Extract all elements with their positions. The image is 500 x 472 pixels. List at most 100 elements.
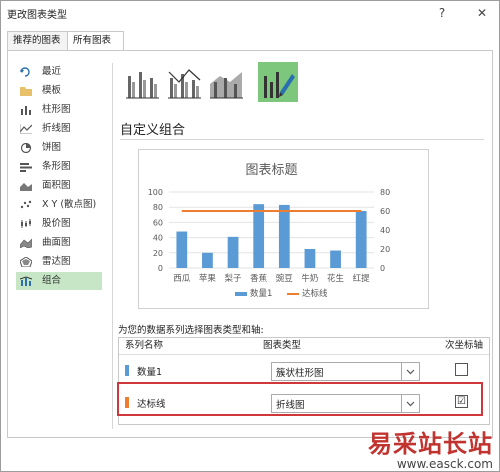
tab-recommended-charts[interactable]: 推荐的图表 (7, 31, 68, 51)
category-label: 苹果 (199, 273, 217, 284)
legend-label: 数量1 (250, 288, 272, 299)
bar (355, 211, 367, 268)
surface-chart-icon (20, 238, 32, 248)
bar (278, 204, 290, 268)
scatter-chart-icon (20, 200, 32, 209)
y-tick-label: 0 (158, 264, 163, 273)
sidebar-item-label: X Y (散点图) (42, 199, 97, 210)
chart-type-select[interactable]: 簇状柱形图 (271, 362, 420, 381)
sidebar-item-column[interactable]: 柱形图 (16, 101, 102, 119)
combo-custom-icon (264, 72, 295, 98)
y-tick-label: 80 (153, 203, 163, 212)
watermark: 易采站长站 www.easck.com (368, 424, 493, 471)
bar (176, 231, 188, 268)
sidebar-item-surface[interactable]: 曲面图 (16, 234, 102, 252)
close-button[interactable]: ✕ (473, 4, 491, 22)
dialog-title: 更改图表类型 (7, 10, 67, 21)
sidebar-item-label: 组合 (42, 275, 62, 286)
sidebar-item-radar[interactable]: 雷达图 (16, 253, 102, 271)
bar (304, 249, 316, 268)
sidebar-item-label: 柱形图 (42, 104, 71, 115)
watermark-text: 易采站长站 (368, 429, 493, 458)
help-button[interactable]: ? (433, 4, 451, 22)
bar (253, 204, 265, 268)
combo-custom-thumb[interactable] (258, 62, 298, 102)
combo-column-line-secondary-thumb[interactable] (164, 62, 204, 102)
chart-type-value: 簇状柱形图 (276, 368, 324, 379)
combo-clustered-column-line-thumb[interactable] (122, 62, 162, 102)
header-chart-type: 图表类型 (263, 340, 302, 351)
grid-header-divider (119, 354, 489, 355)
combo-chart-icon (20, 276, 32, 286)
combo-area-column-icon (210, 72, 243, 99)
sidebar-item-stock[interactable]: 股价图 (16, 215, 102, 233)
y2-tick-label: 0 (380, 264, 385, 273)
combo-column-line-secondary-icon (168, 69, 201, 99)
bar-chart-icon (20, 163, 32, 172)
sidebar-item-area[interactable]: 面积图 (16, 177, 102, 195)
header-secondary-axis: 次坐标轴 (445, 340, 484, 351)
category-label: 牛奶 (301, 273, 318, 284)
category-label: 西瓜 (173, 274, 191, 284)
y-tick-label: 60 (153, 218, 163, 227)
sidebar-item-label: 折线图 (42, 123, 71, 134)
sidebar-item-label: 条形图 (42, 161, 71, 172)
chart-svg: 图表标题 0 20 40 60 80 100 0 20 40 60 80 西瓜 苹果 梨子 香蕉 豌豆 牛奶 花生红… (148, 163, 390, 299)
tab-all-charts[interactable]: 所有图表 (67, 31, 124, 52)
sidebar-item-label: 雷达图 (42, 256, 71, 267)
secondary-axis-checkbox[interactable] (455, 363, 468, 376)
highlight-box (117, 382, 483, 416)
chevron-down-icon[interactable] (401, 363, 419, 380)
folder-icon (20, 87, 32, 96)
y2-tick-label: 40 (380, 226, 390, 235)
legend-label: 达标线 (302, 288, 328, 299)
y-tick-label: 40 (153, 234, 163, 243)
y2-tick-label: 80 (380, 188, 390, 197)
series-prompt: 为您的数据系列选择图表类型和轴: (118, 325, 264, 336)
y-tick-label: 100 (148, 188, 163, 197)
category-label: 红提 (353, 273, 371, 284)
section-divider (120, 139, 484, 140)
chart-preview: 图表标题 0 20 40 60 80 100 0 20 40 60 80 西瓜 苹果 梨子 香蕉 豌豆 牛奶 花生红… (138, 149, 429, 309)
category-label: 梨子 (225, 273, 243, 284)
combo-column-line-icon (126, 72, 159, 99)
all-charts-panel: 最近 模板 柱形图 折线图 饼图 条形图 面积图 X Y (散点图) 股价图 曲… (7, 50, 493, 438)
sidebar-item-label: 饼图 (42, 142, 62, 153)
change-chart-type-dialog: 更改图表类型 ? ✕ 推荐的图表 所有图表 最近 模板 柱形图 折线图 饼图 条… (0, 0, 500, 472)
bar (202, 252, 213, 268)
sidebar-divider (112, 63, 113, 429)
sidebar-item-recent[interactable]: 最近 (16, 63, 102, 81)
header-series-name: 系列名称 (125, 340, 164, 351)
combo-area-column-thumb[interactable] (206, 62, 246, 102)
sidebar-item-bar[interactable]: 条形图 (16, 158, 102, 176)
y2-tick-label: 20 (380, 245, 390, 254)
watermark-url: www.easck.com (396, 457, 493, 471)
legend-swatch (235, 292, 247, 296)
sidebar-item-label: 股价图 (42, 218, 71, 229)
y-tick-label: 20 (153, 249, 163, 258)
sidebar-item-combo[interactable]: 组合 (16, 272, 102, 290)
column-chart-icon (21, 106, 31, 115)
recent-icon (20, 67, 30, 77)
chart-title: 图表标题 (245, 163, 297, 178)
line-chart-icon (20, 124, 32, 134)
sidebar-item-label: 模板 (42, 85, 62, 96)
sidebar-item-label: 最近 (42, 66, 62, 77)
sidebar-item-line[interactable]: 折线图 (16, 120, 102, 138)
radar-chart-icon (20, 257, 32, 267)
category-label: 花生 (327, 273, 345, 284)
sidebar-item-scatter[interactable]: X Y (散点图) (16, 196, 102, 214)
pie-chart-icon (20, 143, 32, 153)
sidebar-item-pie[interactable]: 饼图 (16, 139, 102, 157)
sidebar-item-label: 面积图 (42, 180, 71, 191)
section-title: 自定义组合 (120, 123, 186, 138)
sidebar-item-templates[interactable]: 模板 (16, 82, 102, 100)
category-label: 香蕉 (250, 273, 268, 284)
title-bar: 更改图表类型 ? ✕ (1, 1, 499, 25)
series-color-marker (125, 365, 129, 376)
area-chart-icon (20, 183, 32, 191)
sidebar-item-label: 曲面图 (42, 237, 71, 248)
stock-chart-icon (21, 219, 31, 228)
series-name: 数量1 (137, 367, 163, 378)
category-label: 豌豆 (276, 273, 293, 284)
